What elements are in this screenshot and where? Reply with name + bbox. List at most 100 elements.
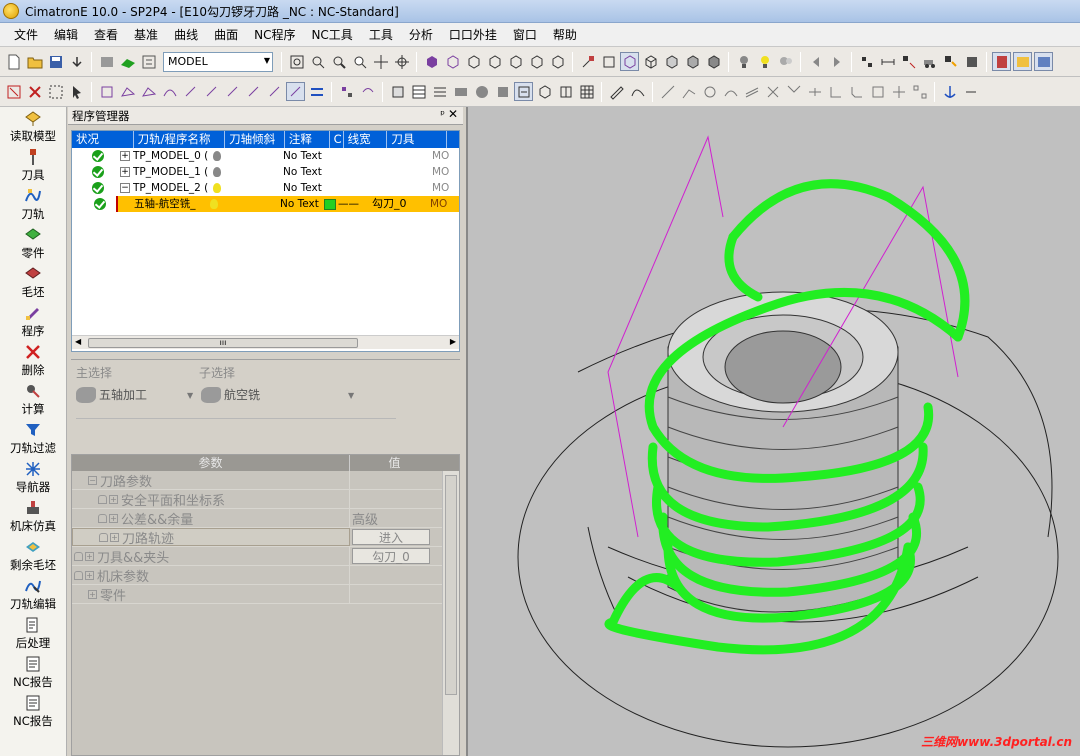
trim-icon[interactable] (763, 82, 782, 101)
enter-button[interactable]: 进入 (352, 529, 430, 545)
light-multi-icon[interactable] (776, 52, 795, 71)
col-name[interactable]: 刀轨/程序名称 (134, 131, 226, 148)
menu-nc-program[interactable]: NC程序 (246, 24, 303, 46)
select-chain-icon[interactable] (223, 82, 242, 101)
sidebar-item-nc-report-2[interactable]: NC报告 (0, 692, 66, 731)
filter-icon[interactable] (4, 82, 23, 101)
menu-nc-tools[interactable]: NC工具 (303, 24, 360, 46)
select-curve-icon[interactable] (160, 82, 179, 101)
horizontal-scrollbar[interactable]: ◀ ııı ▶ (72, 335, 459, 349)
polyline-icon[interactable] (679, 82, 698, 101)
chamfer-icon[interactable] (847, 82, 866, 101)
sidebar-item-load-model[interactable]: 读取模型 (0, 107, 66, 146)
view-right-icon[interactable] (485, 52, 504, 71)
expand-icon[interactable]: + (88, 589, 97, 599)
menu-edit[interactable]: 编辑 (46, 24, 86, 46)
expand-icon[interactable]: + (109, 494, 118, 504)
menu-tools[interactable]: 工具 (361, 24, 401, 46)
sidebar-item-program[interactable]: 程序 (0, 302, 66, 341)
view-dir-icon[interactable] (578, 52, 597, 71)
xyz-icon[interactable] (889, 82, 908, 101)
sidebar-item-toolpath-edit[interactable]: 刀轨编辑 (0, 575, 66, 614)
pan-icon[interactable] (371, 52, 390, 71)
col-axis-tilt[interactable]: 刀轴倾斜 (225, 131, 285, 148)
expand-icon[interactable]: + (85, 551, 94, 561)
table-row[interactable]: + TP_MODEL_0 ( No Text MO (72, 148, 459, 164)
chevron-down-icon[interactable]: ▼ (187, 391, 193, 400)
bulb-icon[interactable] (213, 183, 221, 193)
corner-icon[interactable] (826, 82, 845, 101)
zoom-icon[interactable] (350, 52, 369, 71)
menu-datum[interactable]: 基准 (126, 24, 166, 46)
vertical-scrollbar[interactable] (442, 471, 459, 755)
bulb-icon[interactable] (213, 151, 221, 161)
table-icon[interactable] (409, 82, 428, 101)
table-row-selected[interactable]: 五轴-航空铣_ No Text —— 勾刀_0 MO (94, 196, 459, 212)
circle-icon[interactable] (700, 82, 719, 101)
arrow-down-icon[interactable] (67, 52, 86, 71)
view-top-icon[interactable] (443, 52, 462, 71)
link-icon[interactable] (358, 82, 377, 101)
entity-tool-icon[interactable] (857, 52, 876, 71)
sidebar-item-machine-sim[interactable]: 机床仿真 (0, 497, 66, 536)
save-icon[interactable] (46, 52, 65, 71)
align-icon[interactable] (307, 82, 326, 101)
rotate-icon[interactable] (392, 52, 411, 71)
scroll-right-icon[interactable]: ▶ (450, 337, 456, 346)
menu-view[interactable]: 查看 (86, 24, 126, 46)
param-row[interactable]: − 刀路参数 (72, 471, 459, 490)
wireframe-icon[interactable] (641, 52, 660, 71)
expand-icon[interactable]: + (120, 167, 130, 177)
cancel-select-icon[interactable] (25, 82, 44, 101)
gray-box-icon[interactable] (97, 52, 116, 71)
scroll-left-icon[interactable]: ◀ (75, 337, 81, 346)
model-tree-icon[interactable] (139, 52, 158, 71)
main-select-dropdown[interactable]: 五轴加工 (76, 386, 147, 403)
select-box-icon[interactable] (46, 82, 65, 101)
param-row[interactable]: + 刀路轨迹 进入 (72, 528, 459, 547)
green-surface-icon[interactable] (118, 52, 137, 71)
sidebar-item-stock[interactable]: 毛坯 (0, 263, 66, 302)
select-pointer-icon[interactable] (67, 82, 86, 101)
col-status[interactable]: 状况 (72, 131, 134, 148)
sidebar-item-delete[interactable]: 删除 (0, 341, 66, 380)
collapse-icon[interactable]: − (88, 475, 97, 485)
sidebar-item-navigator[interactable]: 导航器 (0, 458, 66, 497)
toggle-display-icon[interactable] (514, 82, 533, 101)
scroll-thumb[interactable] (445, 475, 457, 695)
select-edge-icon[interactable] (139, 82, 158, 101)
param-row[interactable]: + 公差&&余量 高级 (72, 509, 459, 528)
select-loop-icon[interactable] (244, 82, 263, 101)
model-combo[interactable]: MODEL ▼ (163, 51, 273, 72)
select-face-icon[interactable] (118, 82, 137, 101)
light-yellow-icon[interactable] (755, 52, 774, 71)
expand-icon[interactable]: + (85, 570, 94, 580)
arc-icon[interactable] (721, 82, 740, 101)
line-icon[interactable] (658, 82, 677, 101)
measure-icon[interactable] (878, 52, 897, 71)
view-iso-icon[interactable] (422, 52, 441, 71)
col-linewidth[interactable]: 线宽 (344, 131, 388, 148)
col-tool[interactable]: 刀具 (387, 131, 448, 148)
rect-icon[interactable] (868, 82, 887, 101)
sidebar-item-tool[interactable]: 刀具 (0, 146, 66, 185)
view-bottom-icon[interactable] (548, 52, 567, 71)
nc-setup-icon[interactable] (941, 52, 960, 71)
table-row[interactable]: + TP_MODEL_1 ( No Text MO (72, 164, 459, 180)
view-left-icon[interactable] (506, 52, 525, 71)
shading-icon[interactable] (620, 52, 639, 71)
more-icon[interactable] (961, 82, 980, 101)
menu-plugin[interactable]: 口口外挂 (441, 24, 505, 46)
expand-icon[interactable]: + (109, 513, 118, 523)
sidebar-item-remaining-stock[interactable]: 剩余毛坯 (0, 536, 66, 575)
offset-icon[interactable] (742, 82, 761, 101)
color-swatch[interactable] (324, 198, 336, 210)
sidebar-item-post-process[interactable]: 后处理 (0, 614, 66, 653)
box-icon[interactable] (535, 82, 554, 101)
select-body-icon[interactable] (202, 82, 221, 101)
scroll-thumb[interactable]: ııı (88, 338, 358, 348)
split-curve-icon[interactable] (805, 82, 824, 101)
zoom-window-icon[interactable] (308, 52, 327, 71)
tool-button[interactable]: 勾刀_0 (352, 548, 430, 564)
select-tangent-icon[interactable] (265, 82, 284, 101)
